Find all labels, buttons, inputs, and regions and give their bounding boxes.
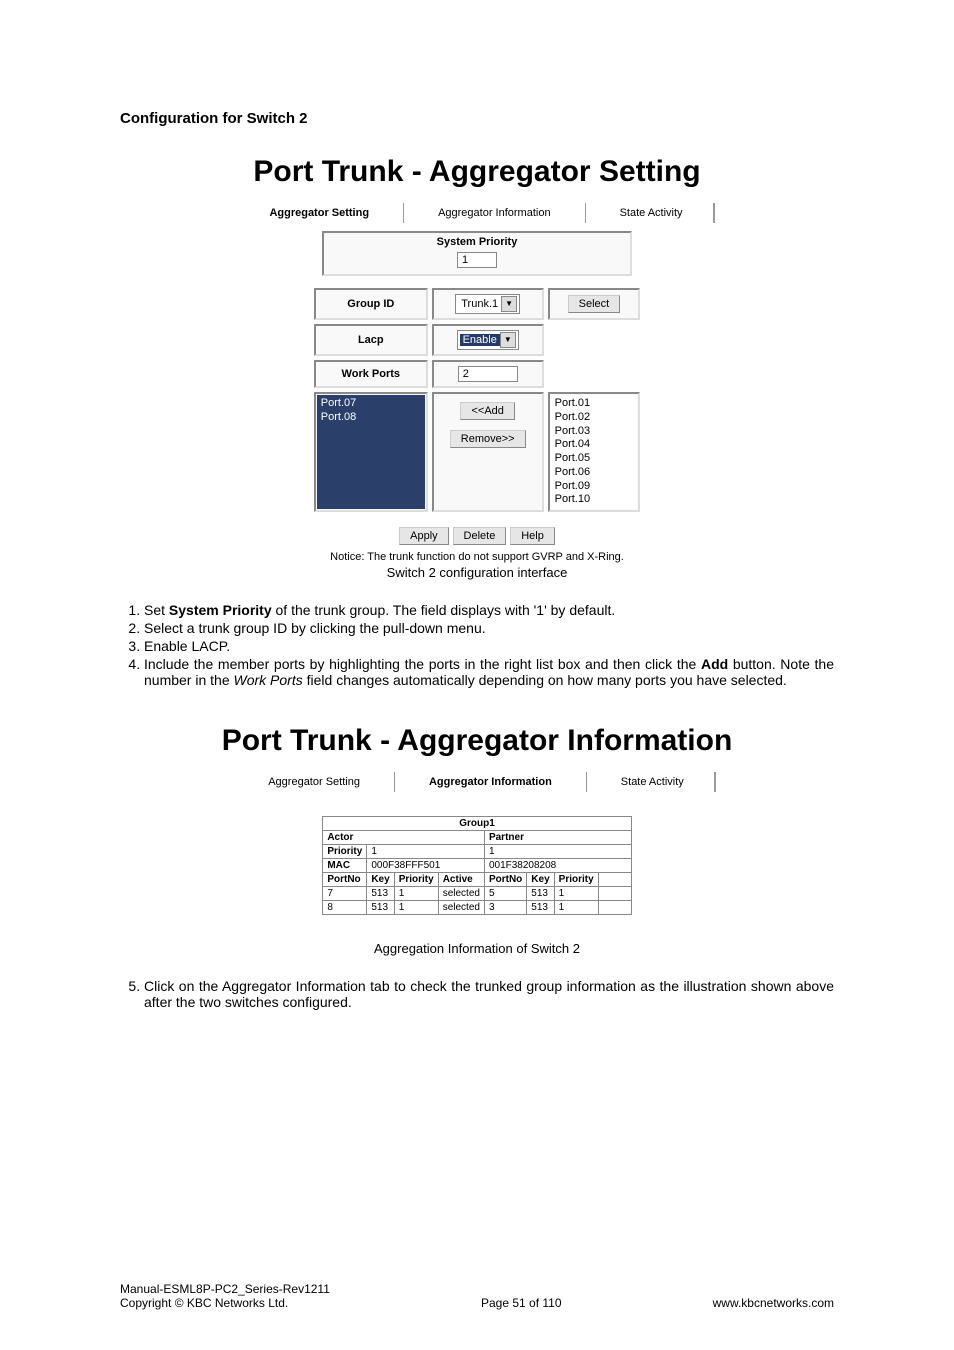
tabs-row-setting: Aggregator Setting Aggregator Informatio…: [120, 203, 834, 223]
footer-url: www.kbcnetworks.com: [713, 1296, 834, 1310]
work-ports-label: Work Ports: [314, 360, 428, 388]
available-ports-listbox[interactable]: Port.01 Port.02 Port.03 Port.04 Port.05 …: [551, 395, 638, 509]
tab-end: [714, 772, 716, 792]
list-item[interactable]: Port.01: [555, 397, 614, 411]
setting-caption: Switch 2 configuration interface: [120, 565, 834, 580]
info-caption: Aggregation Information of Switch 2: [120, 941, 834, 956]
table-row: 8 513 1 selected 3 513 1: [323, 901, 631, 915]
delete-button[interactable]: Delete: [453, 527, 507, 545]
mac-label: MAC: [323, 859, 367, 873]
priority-label: Priority: [323, 845, 367, 859]
list-item[interactable]: Port.07: [321, 397, 401, 411]
list-item[interactable]: Port.05: [555, 452, 614, 466]
apply-button[interactable]: Apply: [399, 527, 449, 545]
tab-separator: [394, 772, 395, 792]
help-button[interactable]: Help: [510, 527, 555, 545]
tabs-row-info: Aggregator Setting Aggregator Informatio…: [120, 772, 834, 792]
steps-list-a: Set System Priority of the trunk group. …: [120, 602, 834, 688]
actor-mac: 000F38FFF501: [367, 859, 485, 873]
remove-button[interactable]: Remove>>: [450, 430, 526, 448]
footer-page: Page 51 of 110: [330, 1296, 713, 1310]
system-priority-input[interactable]: 1: [457, 252, 497, 268]
priority-label: Priority: [394, 873, 438, 887]
system-priority-panel: System Priority 1: [322, 231, 632, 276]
actor-header: Actor: [323, 831, 485, 845]
add-button[interactable]: <<Add: [460, 402, 514, 420]
config-table: Group ID Trunk.1 ▼ Select Lacp Enable ▼: [310, 284, 644, 516]
page-footer: Manual-ESML8P-PC2_Series-Rev1211 Copyrig…: [120, 1282, 834, 1310]
actor-priority: 1: [367, 845, 485, 859]
aggregator-info-title: Port Trunk - Aggregator Information: [120, 724, 834, 758]
tab-separator: [403, 203, 404, 223]
step-1: Set System Priority of the trunk group. …: [144, 602, 834, 618]
tab-aggregator-setting[interactable]: Aggregator Setting: [239, 203, 399, 223]
aggregator-info-table: Group1 Actor Partner Priority 1 1 MAC 00…: [322, 816, 631, 915]
footer-copyright: Copyright © KBC Networks Ltd.: [120, 1296, 330, 1310]
system-priority-label: System Priority: [326, 235, 628, 249]
list-item[interactable]: Port.09: [555, 480, 614, 494]
table-row: 7 513 1 selected 5 513 1: [323, 887, 631, 901]
section-heading: Configuration for Switch 2: [120, 110, 834, 127]
portno-label: PortNo: [484, 873, 526, 887]
list-item[interactable]: Port.03: [555, 425, 614, 439]
tab-aggregator-information[interactable]: Aggregator Information: [399, 772, 582, 792]
work-ports-input[interactable]: 2: [458, 366, 518, 382]
notice-text: Notice: The trunk function do not suppor…: [120, 551, 834, 563]
partner-mac: 001F38208208: [484, 859, 631, 873]
group-header: Group1: [323, 817, 631, 831]
step-2: Select a trunk group ID by clicking the …: [144, 620, 834, 636]
list-item[interactable]: Port.04: [555, 438, 614, 452]
priority-label: Priority: [554, 873, 598, 887]
chevron-down-icon: ▼: [500, 332, 516, 348]
portno-label: PortNo: [323, 873, 367, 887]
list-item[interactable]: Port.08: [321, 411, 401, 425]
lacp-select[interactable]: Enable ▼: [457, 330, 519, 350]
tab-aggregator-setting[interactable]: Aggregator Setting: [238, 772, 390, 792]
key-label: Key: [527, 873, 554, 887]
tab-state-activity[interactable]: State Activity: [590, 203, 713, 223]
tab-separator: [585, 203, 586, 223]
group-id-select[interactable]: Trunk.1 ▼: [455, 294, 520, 314]
select-button[interactable]: Select: [568, 295, 621, 313]
step-5: Click on the Aggregator Information tab …: [144, 978, 834, 1010]
lacp-label: Lacp: [314, 324, 428, 356]
key-label: Key: [367, 873, 394, 887]
tab-separator: [586, 772, 587, 792]
aggregator-setting-title: Port Trunk - Aggregator Setting: [120, 155, 834, 189]
list-item[interactable]: Port.10: [555, 493, 614, 507]
partner-header: Partner: [484, 831, 631, 845]
footer-manual: Manual-ESML8P-PC2_Series-Rev1211: [120, 1282, 330, 1296]
step-3: Enable LACP.: [144, 638, 834, 654]
list-item[interactable]: Port.06: [555, 466, 614, 480]
active-label: Active: [438, 873, 484, 887]
chevron-down-icon: ▼: [501, 296, 517, 312]
list-item[interactable]: Port.02: [555, 411, 614, 425]
tab-aggregator-information[interactable]: Aggregator Information: [408, 203, 581, 223]
steps-list-b: Click on the Aggregator Information tab …: [120, 978, 834, 1010]
partner-priority: 1: [484, 845, 631, 859]
group-id-label: Group ID: [314, 288, 428, 320]
selected-ports-listbox[interactable]: Port.07 Port.08: [317, 395, 425, 509]
tab-end: [713, 203, 715, 223]
tab-state-activity[interactable]: State Activity: [591, 772, 714, 792]
step-4: Include the member ports by highlighting…: [144, 656, 834, 688]
